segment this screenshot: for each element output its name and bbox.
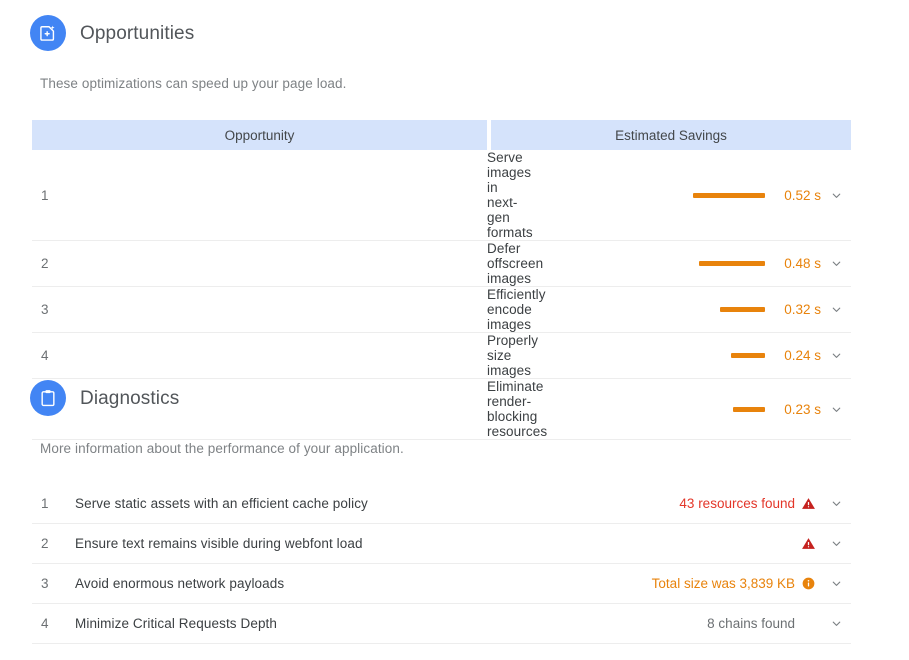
row-index: 3 bbox=[41, 302, 49, 317]
chevron-down-icon[interactable] bbox=[821, 189, 851, 202]
opportunity-savings-cell: 0.48 s bbox=[491, 241, 851, 287]
table-row[interactable]: 1 Serve images in next-gen formats 0.52 … bbox=[32, 150, 851, 241]
warning-triangle-icon bbox=[795, 536, 821, 551]
opportunity-name: Properly size images bbox=[487, 333, 539, 378]
chevron-down-icon[interactable] bbox=[821, 349, 851, 362]
savings-value: 0.52 s bbox=[784, 187, 821, 203]
savings-bar bbox=[693, 192, 765, 198]
opportunity-name: Serve images in next-gen formats bbox=[487, 150, 533, 240]
opportunity-name: Eliminate render-blocking resources bbox=[487, 379, 548, 439]
table-row[interactable]: 2 Defer offscreen images 0.48 s bbox=[32, 241, 851, 287]
savings-bar-track bbox=[625, 307, 773, 312]
diagnostic-name: Serve static assets with an efficient ca… bbox=[75, 496, 368, 511]
column-header-opportunity: Opportunity bbox=[32, 120, 487, 150]
row-index: 1 bbox=[41, 496, 49, 511]
savings-bar-track bbox=[625, 406, 773, 412]
lighthouse-report-panel: Opportunities These optimizations can sp… bbox=[0, 0, 909, 660]
diagnostics-description: More information about the performance o… bbox=[40, 441, 404, 456]
savings-bar bbox=[731, 353, 765, 358]
savings-bar bbox=[733, 406, 765, 412]
row-index: 4 bbox=[41, 348, 49, 363]
warning-triangle-icon bbox=[795, 496, 821, 511]
diagnostics-table-body: 1 Serve static assets with an efficient … bbox=[32, 484, 851, 644]
savings-bar-track bbox=[625, 261, 773, 266]
diagnostic-name: Ensure text remains visible during webfo… bbox=[75, 536, 363, 551]
row-index: 2 bbox=[41, 536, 49, 551]
diagnostic-value-cell: 8 chains found bbox=[463, 604, 851, 644]
table-row[interactable]: 3 Efficiently encode images 0.32 s bbox=[32, 287, 851, 333]
chevron-down-icon[interactable] bbox=[821, 303, 851, 316]
clipboard-icon bbox=[30, 380, 66, 416]
table-row[interactable]: 4 Minimize Critical Requests Depth 8 cha… bbox=[32, 604, 851, 644]
table-row[interactable]: 2 Ensure text remains visible during web… bbox=[32, 524, 851, 564]
table-row[interactable]: 3 Avoid enormous network payloads Total … bbox=[32, 564, 851, 604]
diagnostic-value: Total size was 3,839 KB bbox=[651, 576, 795, 591]
row-index: 2 bbox=[41, 256, 49, 271]
opportunity-name: Defer offscreen images bbox=[487, 241, 544, 286]
column-header-estimated-savings: Estimated Savings bbox=[491, 120, 851, 150]
diagnostic-value: 8 chains found bbox=[707, 616, 795, 631]
opportunity-savings-cell: 0.52 s bbox=[491, 150, 851, 241]
table-row[interactable]: 1 Serve static assets with an efficient … bbox=[32, 484, 851, 524]
opportunity-name: Efficiently encode images bbox=[487, 287, 546, 332]
savings-bar-track bbox=[625, 353, 773, 358]
opportunities-section-header: Opportunities bbox=[30, 15, 194, 51]
opportunities-table-header: Opportunity Estimated Savings bbox=[32, 120, 851, 150]
table-row[interactable]: 4 Properly size images 0.24 s bbox=[32, 333, 851, 379]
savings-bar bbox=[699, 261, 765, 266]
diagnostic-value-cell: 43 resources found bbox=[463, 484, 851, 524]
row-index: 4 bbox=[41, 616, 49, 631]
chevron-down-icon[interactable] bbox=[821, 577, 851, 590]
diagnostic-value-cell bbox=[463, 524, 851, 564]
savings-value: 0.48 s bbox=[784, 256, 821, 271]
diagnostics-section-header: Diagnostics bbox=[30, 380, 179, 416]
savings-bar bbox=[720, 307, 765, 312]
savings-value: 0.24 s bbox=[784, 348, 821, 363]
chevron-down-icon[interactable] bbox=[821, 403, 851, 416]
chevron-down-icon[interactable] bbox=[821, 497, 851, 510]
diagnostics-table: 1 Serve static assets with an efficient … bbox=[32, 484, 851, 644]
savings-bar-track bbox=[625, 192, 773, 198]
info-circle-icon bbox=[795, 576, 821, 591]
savings-value: 0.32 s bbox=[784, 302, 821, 317]
chevron-down-icon[interactable] bbox=[821, 537, 851, 550]
opportunities-title: Opportunities bbox=[80, 22, 195, 44]
opportunity-page-sparkle-icon bbox=[30, 15, 66, 51]
row-index: 3 bbox=[41, 576, 49, 591]
chevron-down-icon[interactable] bbox=[821, 617, 851, 630]
diagnostic-name: Avoid enormous network payloads bbox=[75, 576, 285, 591]
row-index: 1 bbox=[41, 187, 49, 203]
opportunities-description: These optimizations can speed up your pa… bbox=[40, 76, 347, 91]
savings-value: 0.23 s bbox=[784, 401, 821, 417]
chevron-down-icon[interactable] bbox=[821, 257, 851, 270]
diagnostic-value-cell: Total size was 3,839 KB bbox=[463, 564, 851, 604]
opportunity-savings-cell: 0.24 s bbox=[491, 333, 851, 379]
diagnostic-value: 43 resources found bbox=[679, 496, 795, 511]
diagnostic-name: Minimize Critical Requests Depth bbox=[75, 616, 278, 631]
diagnostics-title: Diagnostics bbox=[80, 387, 180, 409]
